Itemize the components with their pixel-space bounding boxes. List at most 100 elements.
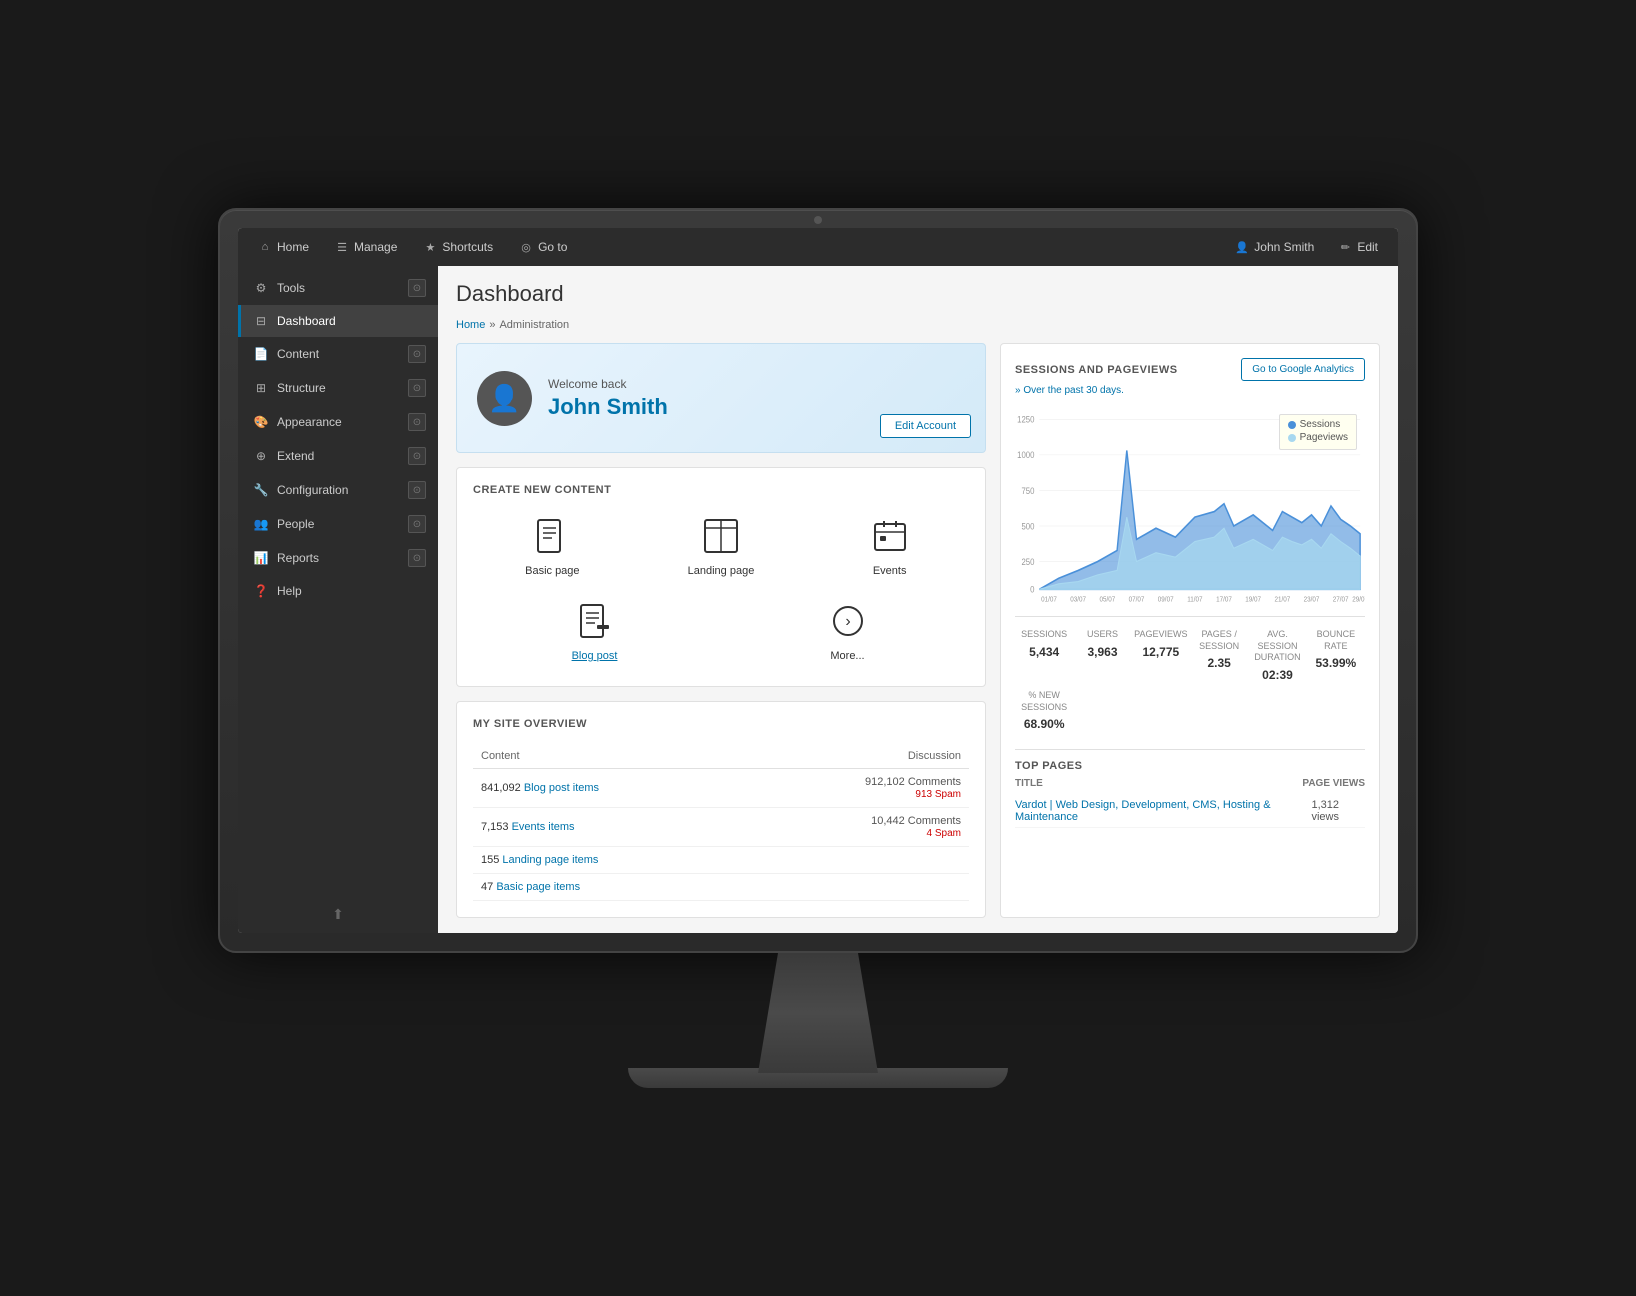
nav-user: 👤 John Smith <box>1227 236 1322 258</box>
sidebar-item-appearance[interactable]: 🎨 Appearance ⊙ <box>238 405 438 439</box>
edit-account-button[interactable]: Edit Account <box>880 414 971 438</box>
content-cell: 155 Landing page items <box>473 847 743 874</box>
top-pages-section: TOP PAGES Title Page views Vardot | Web … <box>1015 749 1365 828</box>
content-type-events[interactable]: Events <box>810 510 969 585</box>
content-type-basic-page[interactable]: Basic page <box>473 510 632 585</box>
sidebar-item-extend[interactable]: ⊕ Extend ⊙ <box>238 439 438 473</box>
discussion-cell <box>743 874 969 901</box>
stats-row: Sessions 5,434 Users 3,963 Pageviews 12,… <box>1015 616 1365 735</box>
nav-manage[interactable]: ☰ Manage <box>325 236 407 258</box>
sidebar-label-appearance: Appearance <box>277 415 342 429</box>
structure-icon: ⊞ <box>253 380 269 396</box>
left-column: 👤 Welcome back John Smith Edit Account <box>456 343 986 918</box>
main-layout: ⚙ Tools ⊙ ⊟ Dashboard 📄 <box>238 266 1398 933</box>
monitor-bezel: ⌂ Home ☰ Manage ★ Shortcuts ◎ Go to 👤 <box>218 208 1418 953</box>
analytics-panel: SESSIONS AND PAGEVIEWS Go to Google Anal… <box>1000 343 1380 918</box>
svg-text:750: 750 <box>1021 485 1034 496</box>
sidebar-label-tools: Tools <box>277 281 305 295</box>
nav-home[interactable]: ⌂ Home <box>248 236 319 258</box>
sidebar-collapse-btn[interactable]: ⬆ <box>332 906 344 923</box>
table-row: 841,092 Blog post items 912,102 Comments… <box>473 769 969 808</box>
col-discussion: Discussion <box>743 744 969 769</box>
overview-table: Content Discussion 841,092 Blog post ite… <box>473 744 969 901</box>
top-pages-link[interactable]: Vardot | Web Design, Development, CMS, H… <box>1015 799 1311 823</box>
content-cell: 47 Basic page items <box>473 874 743 901</box>
discussion-cell <box>743 847 969 874</box>
manage-icon: ☰ <box>335 240 349 254</box>
table-row: 47 Basic page items <box>473 874 969 901</box>
nav-edit[interactable]: ✏ Edit <box>1328 236 1388 258</box>
breadcrumb: Home » Administration <box>456 319 1380 331</box>
top-pages-views: 1,312 views <box>1311 799 1365 823</box>
content-types-row2: Blog post › More... <box>473 595 969 670</box>
analytics-header: SESSIONS AND PAGEVIEWS Go to Google Anal… <box>1015 358 1365 381</box>
breadcrumb-home[interactable]: Home <box>456 319 485 331</box>
list-item: Vardot | Web Design, Development, CMS, H… <box>1015 795 1365 828</box>
sidebar-item-reports[interactable]: 📊 Reports ⊙ <box>238 541 438 575</box>
goto-icon: ◎ <box>519 240 533 254</box>
nav-shortcuts[interactable]: ★ Shortcuts <box>413 236 503 258</box>
monitor-stand <box>718 953 918 1073</box>
top-pages-col-title: Title <box>1015 778 1043 789</box>
people-chevron: ⊙ <box>408 515 426 533</box>
svg-text:›: › <box>845 613 850 630</box>
content-chevron: ⊙ <box>408 345 426 363</box>
discussion-cell: 912,102 Comments913 Spam <box>743 769 969 808</box>
svg-text:01/07: 01/07 <box>1041 596 1057 603</box>
pageviews-label: Pageviews <box>1300 432 1348 443</box>
content-icon: 📄 <box>253 346 269 362</box>
appearance-icon: 🎨 <box>253 414 269 430</box>
content-type-more[interactable]: › More... <box>726 595 969 670</box>
svg-text:0: 0 <box>1030 584 1035 595</box>
stat-cell: Pageviews 12,775 <box>1132 625 1190 686</box>
col-content: Content <box>473 744 743 769</box>
stat-header: Sessions <box>1017 629 1071 641</box>
site-overview-card: MY SITE OVERVIEW Content Discussion <box>456 701 986 918</box>
nav-goto[interactable]: ◎ Go to <box>509 236 577 258</box>
svg-text:07/07: 07/07 <box>1129 596 1145 603</box>
basic-page-icon <box>534 518 570 559</box>
sidebar-label-content: Content <box>277 347 319 361</box>
svg-text:1250: 1250 <box>1017 414 1035 425</box>
sidebar-item-content[interactable]: 📄 Content ⊙ <box>238 337 438 371</box>
svg-text:27/07: 27/07 <box>1333 596 1349 603</box>
stat-header: Pageviews <box>1134 629 1188 641</box>
welcome-card: 👤 Welcome back John Smith Edit Account <box>456 343 986 453</box>
stat-value: 3,963 <box>1075 645 1129 659</box>
content-type-blog-post[interactable]: Blog post <box>473 595 716 670</box>
people-icon: 👥 <box>253 516 269 532</box>
content-types-row1: Basic page Landing page <box>473 510 969 585</box>
events-label: Events <box>873 565 907 577</box>
nav-shortcuts-label: Shortcuts <box>442 240 493 254</box>
landing-page-icon <box>703 518 739 559</box>
analytics-title: SESSIONS AND PAGEVIEWS <box>1015 364 1178 376</box>
svg-text:1000: 1000 <box>1017 450 1035 461</box>
content-type-landing-page[interactable]: Landing page <box>642 510 801 585</box>
go-analytics-button[interactable]: Go to Google Analytics <box>1241 358 1365 381</box>
stat-cell: Users 3,963 <box>1073 625 1131 686</box>
sidebar-item-help[interactable]: ❓ Help <box>238 575 438 607</box>
nav-goto-label: Go to <box>538 240 567 254</box>
sidebar-item-dashboard[interactable]: ⊟ Dashboard <box>238 305 438 337</box>
create-content-card: CREATE NEW CONTENT Basic page <box>456 467 986 687</box>
svg-text:29/07: 29/07 <box>1352 596 1365 603</box>
breadcrumb-sep: » <box>489 319 495 331</box>
sidebar-item-people[interactable]: 👥 People ⊙ <box>238 507 438 541</box>
nav-user-label: John Smith <box>1254 240 1314 254</box>
sidebar-item-configuration[interactable]: 🔧 Configuration ⊙ <box>238 473 438 507</box>
sidebar-item-tools[interactable]: ⚙ Tools ⊙ <box>238 271 438 305</box>
site-overview-title: MY SITE OVERVIEW <box>473 718 969 730</box>
sidebar-item-structure[interactable]: ⊞ Structure ⊙ <box>238 371 438 405</box>
nav-home-label: Home <box>277 240 309 254</box>
stat-header: Pages / Session <box>1192 629 1246 652</box>
page-title: Dashboard <box>456 281 1380 307</box>
edit-icon: ✏ <box>1338 240 1352 254</box>
stat-cell: Bounce Rate 53.99% <box>1307 625 1365 686</box>
sidebar-label-dashboard: Dashboard <box>277 314 336 328</box>
stat-header: Bounce Rate <box>1309 629 1363 652</box>
stat-cell: Sessions 5,434 <box>1015 625 1073 686</box>
legend-sessions: Sessions <box>1288 419 1348 430</box>
more-icon: › <box>830 603 866 644</box>
basic-page-label: Basic page <box>525 565 579 577</box>
sidebar-label-extend: Extend <box>277 449 314 463</box>
